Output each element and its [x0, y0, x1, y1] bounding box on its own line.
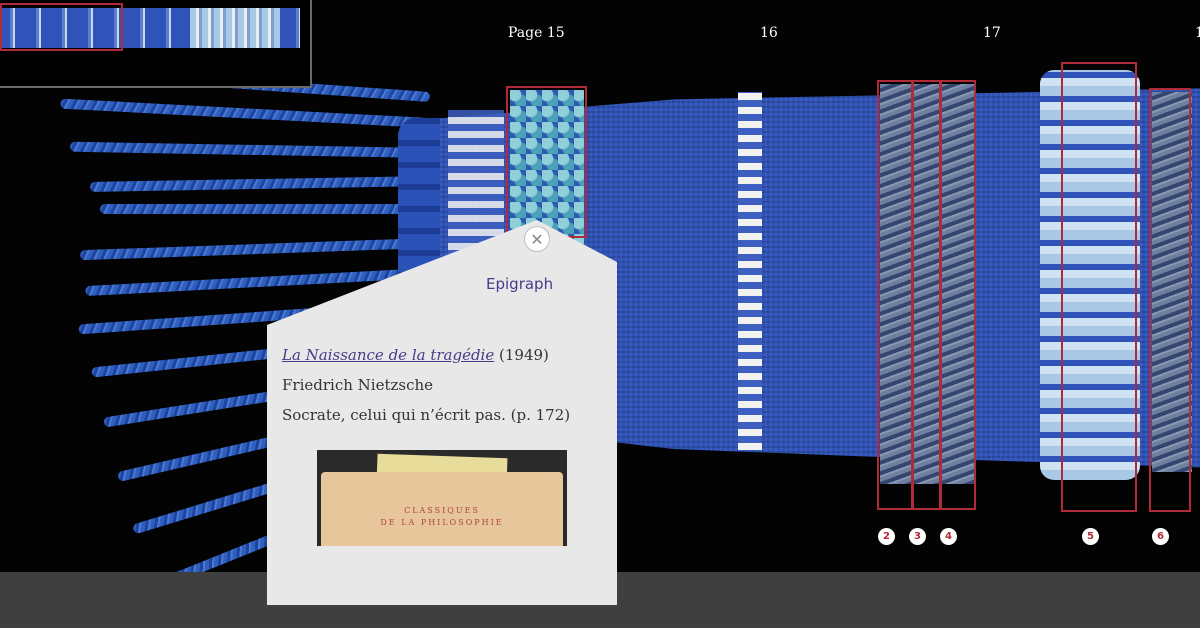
highlight-frame-2[interactable] [877, 80, 913, 510]
fringe-strand [89, 176, 431, 192]
book-cover-image: CLASSIQUES DE LA PHILOSOPHIE [317, 450, 567, 546]
highlight-frame-6[interactable] [1149, 88, 1191, 512]
marker-badge[interactable]: 3 [909, 528, 926, 545]
fringe-strand [60, 98, 431, 128]
book-title-link[interactable]: La Naissance de la tragédie [282, 346, 494, 364]
fringe-strand [69, 141, 431, 158]
highlight-frame-3[interactable] [912, 80, 941, 510]
page-label: Page 15 [508, 25, 565, 41]
epigraph-popup: ✕ Epigraph La Naissance de la tragédie (… [267, 220, 617, 605]
fringe-strand [100, 204, 430, 214]
cover-line: CLASSIQUES [404, 506, 480, 515]
cover-line: DE LA PHILOSOPHIE [380, 518, 504, 527]
page-label: 17 [983, 25, 1001, 41]
book-cover: CLASSIQUES DE LA PHILOSOPHIE [321, 472, 563, 546]
minimap-weaving-pale [190, 8, 280, 48]
book-year: (1949) [499, 346, 549, 364]
minimap-viewport[interactable] [0, 3, 123, 51]
marker-badge[interactable]: 4 [940, 528, 957, 545]
weave-band-light [738, 92, 762, 450]
epigraph-quote: Socrate, celui qui n’écrit pas. (p. 172) [282, 406, 571, 424]
popup-citation: La Naissance de la tragédie (1949) [282, 346, 549, 364]
highlight-frame-1[interactable] [506, 86, 587, 238]
marker-badge[interactable]: 2 [878, 528, 895, 545]
page-label: 1 [1195, 25, 1200, 41]
book-author: Friedrich Nietzsche [282, 376, 434, 394]
highlight-frame-4[interactable] [940, 80, 976, 510]
popup-category: Epigraph [486, 275, 554, 293]
page-label: 16 [760, 25, 778, 41]
highlight-frame-5[interactable] [1061, 62, 1137, 512]
marker-badge[interactable]: 5 [1082, 528, 1099, 545]
minimap[interactable] [0, 0, 312, 88]
close-icon[interactable]: ✕ [524, 226, 550, 252]
marker-badge[interactable]: 6 [1152, 528, 1169, 545]
